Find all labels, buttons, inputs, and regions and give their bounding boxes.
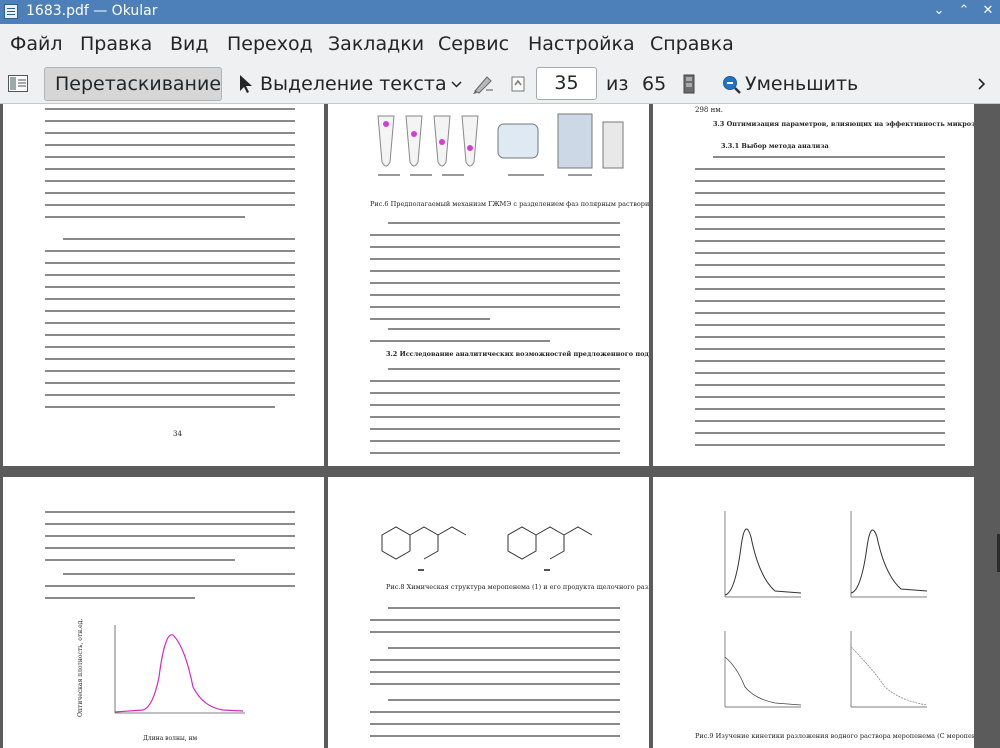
page-top-fragment: 298 нм.	[695, 106, 723, 114]
chevron-down-icon[interactable]	[451, 81, 462, 88]
menu-help[interactable]: Справка	[650, 33, 734, 55]
app-icon	[4, 4, 18, 19]
section-heading-3-3: 3.3 Оптимизация параметров, влияющих на …	[713, 120, 974, 128]
text-select-button[interactable]: Выделение текста	[260, 73, 447, 95]
sidebar-toggle-icon[interactable]	[8, 75, 28, 92]
kinetics-chart-4	[850, 631, 928, 708]
window-title: 1683.pdf — Okular	[26, 3, 158, 19]
kinetics-chart-3	[724, 631, 802, 708]
page-number-label: 34	[173, 430, 182, 438]
document-viewport[interactable]: 34 Рис.6 Предполагаемый механизм ГЖМЭ с …	[0, 104, 1000, 748]
maximize-icon[interactable]: ⌃	[955, 2, 973, 20]
menu-settings[interactable]: Настройка	[528, 33, 635, 55]
annotation-pen-icon[interactable]	[472, 74, 494, 94]
text-select-cursor-icon	[240, 75, 252, 93]
meropenem-structure-figure	[381, 526, 593, 571]
page-thumbnail-34: 34	[3, 104, 324, 466]
browse-tool-label: Перетаскивание	[55, 73, 222, 95]
zoom-out-icon	[723, 76, 741, 94]
kinetics-chart-2	[850, 511, 928, 598]
page-thumbnail-38: Рис.8 Химическая структура меропенема (1…	[328, 477, 649, 748]
previous-page-icon[interactable]	[510, 76, 526, 92]
menu-tools[interactable]: Сервис	[438, 33, 509, 55]
fig8-caption: Рис.8 Химическая структура меропенема (1…	[386, 583, 649, 591]
zoom-out-button[interactable]: Уменьшить	[745, 73, 858, 95]
absorption-spectrum-chart	[114, 625, 245, 714]
menu-go[interactable]: Переход	[227, 33, 313, 55]
page-thumbnail-39: Рис.9 Изучение кинетики разложения водно…	[653, 477, 974, 748]
menu-bookmarks[interactable]: Закладки	[328, 33, 424, 55]
menu-view[interactable]: Вид	[170, 33, 209, 55]
page-number-input[interactable]: 35	[536, 67, 597, 100]
page-thumbnail-36: 298 нм. 3.3 Оптимизация параметров, влия…	[653, 104, 974, 466]
menu-edit[interactable]: Правка	[80, 33, 152, 55]
toolbar-overflow-icon[interactable]	[978, 78, 986, 90]
chart-x-axis-label: Длина волны, нм	[143, 735, 198, 742]
page-thumbnail-37: Длина волны, нм Оптическая плотность, от…	[3, 477, 324, 748]
title-bar: 1683.pdf — Okular ⌄ ⌃ ✕	[0, 0, 1000, 24]
section-heading-3-2: 3.2 Исследование аналитических возможнос…	[386, 350, 649, 358]
main-toolbar: Перетаскивание Выделение текста 35 из 65…	[0, 64, 1000, 104]
next-page-icon[interactable]	[682, 74, 696, 94]
chart-y-axis-label: Оптическая плотность, отн.ед.	[77, 618, 84, 717]
fig6-caption: Рис.6 Предполагаемый механизм ГЖМЭ с раз…	[370, 200, 649, 208]
kinetics-chart-1	[724, 511, 802, 598]
minimize-icon[interactable]: ⌄	[930, 2, 948, 20]
menu-bar: Файл Правка Вид Переход Закладки Сервис …	[0, 24, 1000, 64]
section-heading-3-3-1: 3.3.1 Выбор метода анализа	[721, 142, 829, 150]
page-thumbnail-35: Рис.6 Предполагаемый механизм ГЖМЭ с раз…	[328, 104, 649, 466]
page-of-label: из	[606, 73, 629, 95]
close-icon[interactable]: ✕	[979, 2, 997, 20]
fig9-caption: Рис.9 Изучение кинетики разложения водно…	[695, 732, 974, 740]
extraction-scheme-figure	[377, 113, 624, 176]
page-total-label: 65	[642, 73, 667, 95]
browse-tool-button[interactable]: Перетаскивание	[44, 67, 222, 101]
menu-file[interactable]: Файл	[10, 33, 63, 55]
